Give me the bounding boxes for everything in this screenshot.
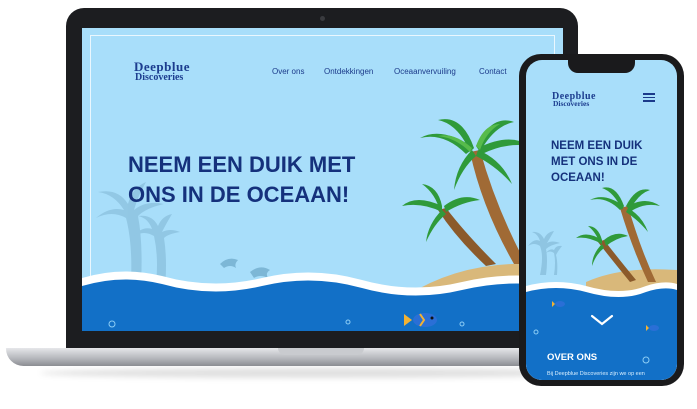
nav-item-oceaanvervuiling[interactable]: Oceaanvervuiling <box>394 67 456 76</box>
mobile-ocean <box>526 288 677 380</box>
dolphin-silhouettes <box>220 258 270 278</box>
palm-trunk-2 <box>438 208 496 266</box>
mobile-headline-line-1: NEEM EEN DUIK <box>551 140 643 152</box>
mobile-screen: Deepblue Discoveries NEEM EEN DUIK MET O… <box>526 60 677 380</box>
headline-line-2: ONS IN DE OCEAAN! <box>128 182 350 207</box>
mobile-section-text: Bij Deepblue Discoveries zijn we op een <box>547 371 645 377</box>
mobile-headline: NEEM EEN DUIK MET ONS IN DE OCEAAN! <box>551 138 642 186</box>
headline-line-1: NEEM EEN DUIK MET <box>128 152 356 177</box>
laptop-shadow <box>40 368 600 378</box>
nav-item-over-ons[interactable]: Over ons <box>272 67 304 76</box>
mobile-section-title: OVER ONS <box>547 352 598 363</box>
logo-line-2: Discoveries <box>135 71 184 83</box>
phone-notch <box>568 60 635 73</box>
laptop-base-notch <box>278 348 364 355</box>
palm-leaves <box>402 119 530 242</box>
desktop-screen: Deepblue Discoveries Over ons Ontdekking… <box>82 28 563 331</box>
menu-icon[interactable] <box>643 93 655 102</box>
nav-item-contact[interactable]: Contact <box>479 67 507 76</box>
ocean <box>82 279 563 331</box>
nav-item-ontdekkingen[interactable]: Ontdekkingen <box>324 67 373 76</box>
mobile-bg-palm <box>528 231 562 275</box>
laptop-camera <box>320 16 325 21</box>
logo-line-1: Deepblue <box>134 59 190 74</box>
mobile-scene <box>526 187 677 380</box>
mobile-headline-line-3: OCEAAN! <box>551 172 605 184</box>
desktop-logo[interactable]: Deepblue Discoveries <box>134 59 190 83</box>
mobile-headline-line-2: MET ONS IN DE <box>551 156 638 168</box>
mobile-palm-leaves <box>576 187 660 266</box>
mobile-logo[interactable]: Deepblue Discoveries <box>552 92 596 108</box>
desktop-headline: NEEM EEN DUIK MET ONS IN DE OCEAAN! <box>128 150 355 210</box>
mobile-logo-line-2: Discoveries <box>553 99 590 108</box>
